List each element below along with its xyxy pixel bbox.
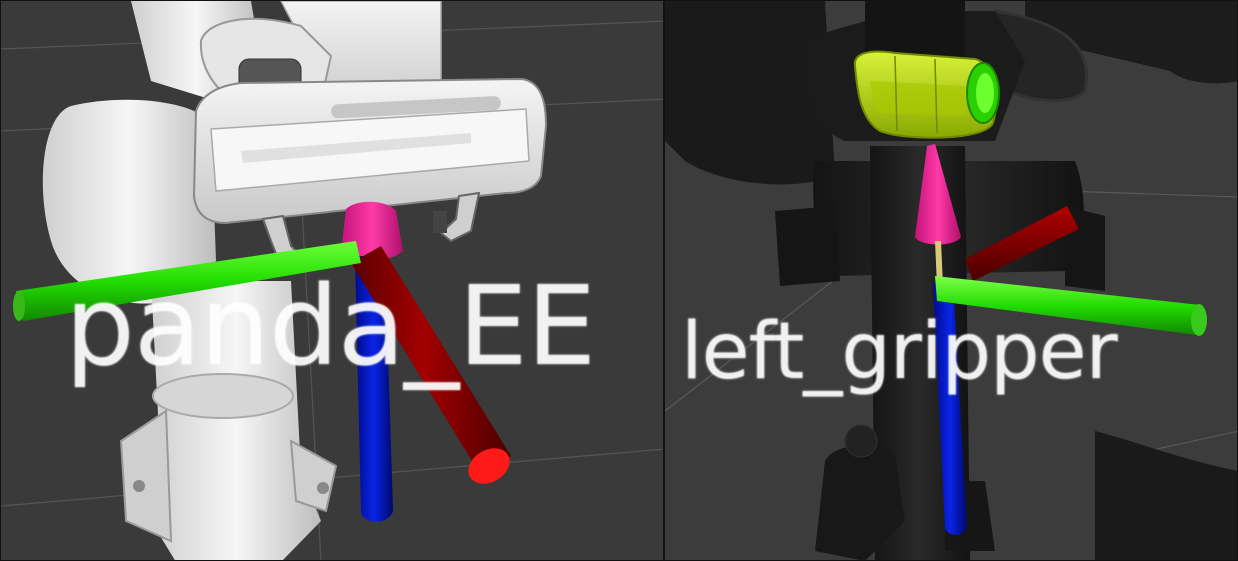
frame-label-panda-ee: panda_EE [65, 262, 596, 390]
frame-label-left-gripper: left_gripper [681, 307, 1118, 397]
scene-right [665, 1, 1237, 560]
viewport-right[interactable]: left_gripper [664, 0, 1238, 561]
viewport-left[interactable]: panda_EE [0, 0, 664, 561]
